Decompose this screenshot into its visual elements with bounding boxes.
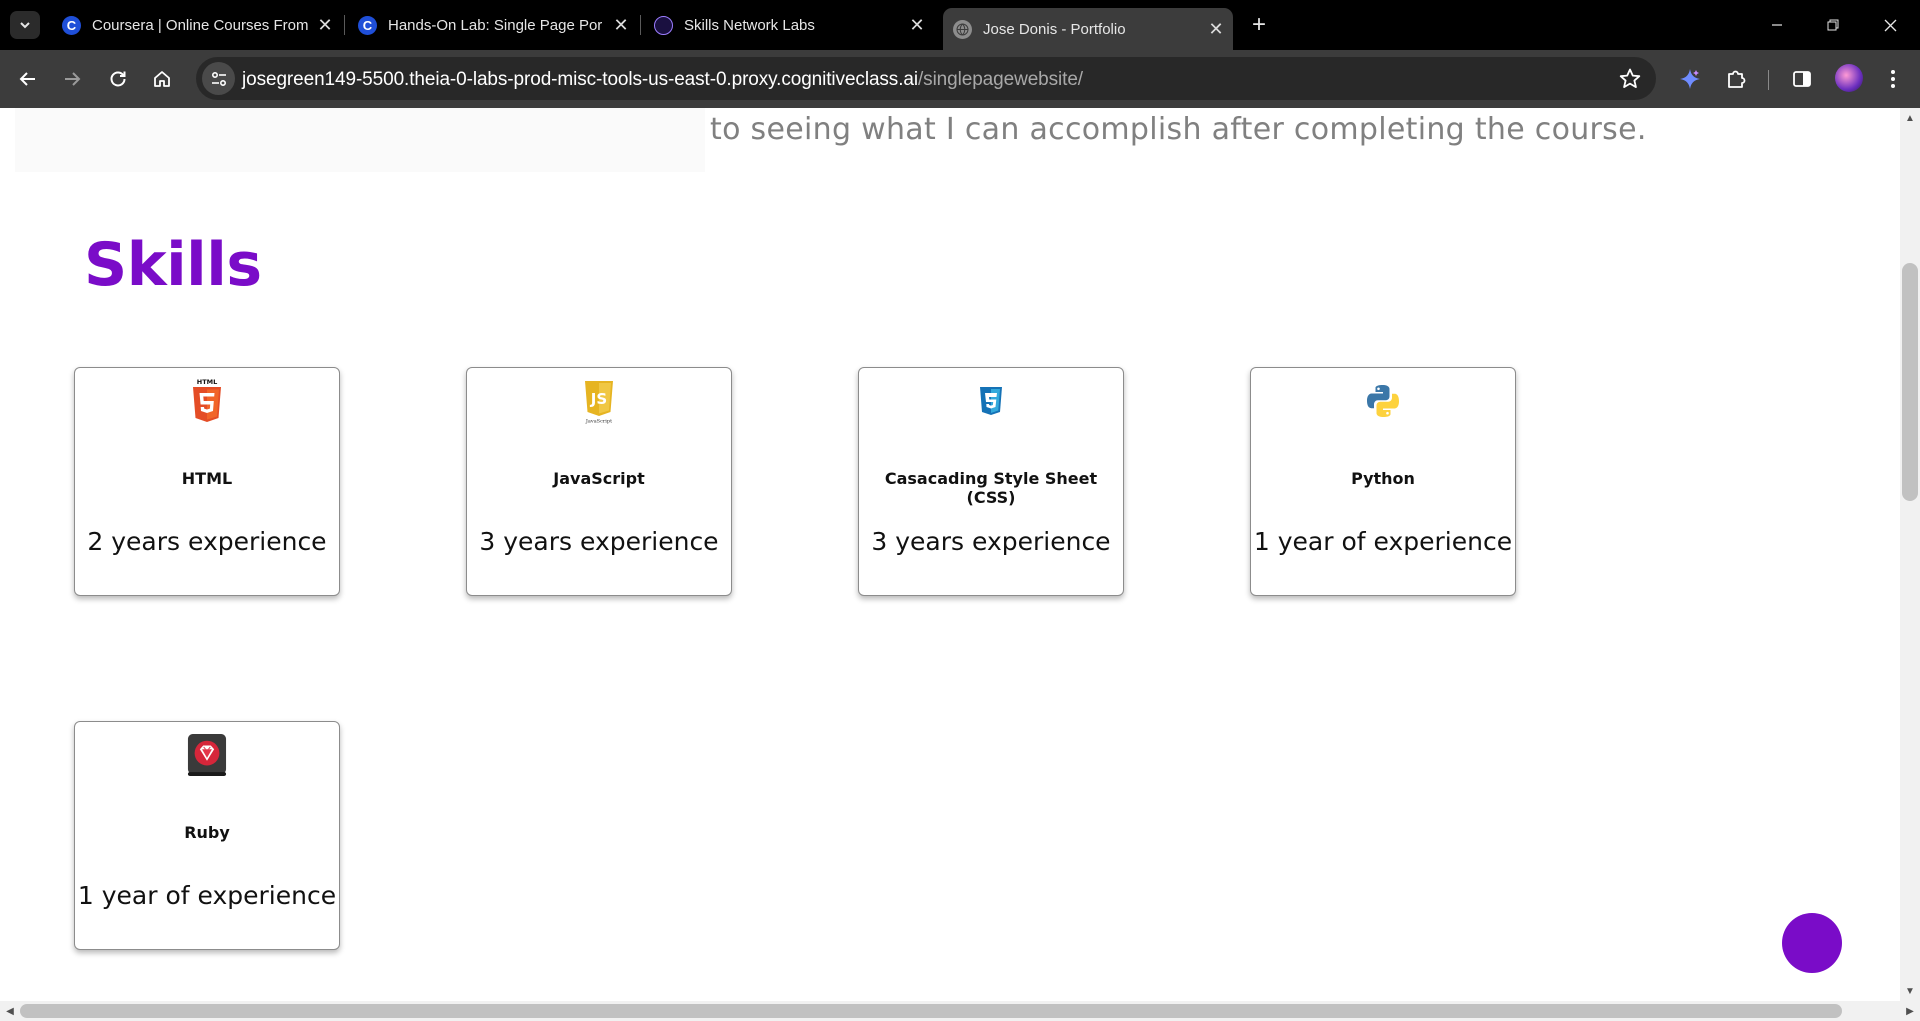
tab-title: Hands-On Lab: Single Page Por bbox=[388, 16, 603, 34]
sparkle-icon bbox=[1680, 69, 1700, 89]
side-panel-icon bbox=[1793, 71, 1811, 87]
coursera-favicon-icon: C bbox=[358, 15, 377, 35]
skill-card-ruby: Ruby 1 year of experience bbox=[74, 721, 340, 950]
tab-hands-on-lab[interactable]: C Hands-On Lab: Single Page Por ✕ bbox=[348, 8, 638, 42]
reload-icon bbox=[110, 71, 126, 87]
javascript-logo-icon: JS JavaScript bbox=[579, 378, 619, 424]
close-window-button[interactable] bbox=[1875, 10, 1905, 40]
skills-network-favicon-icon bbox=[654, 15, 673, 35]
tab-portfolio-active[interactable]: Jose Donis - Portfolio ✕ bbox=[943, 8, 1233, 50]
tab-title: Coursera | Online Courses From bbox=[92, 16, 309, 34]
tune-icon bbox=[211, 71, 226, 86]
close-tab-icon[interactable]: ✕ bbox=[906, 14, 928, 36]
forward-button[interactable] bbox=[56, 63, 88, 95]
about-paragraph: to seeing what I can accomplish after co… bbox=[710, 112, 1647, 147]
url-path: /singlepagewebsite/ bbox=[917, 69, 1083, 90]
skill-name: Ruby bbox=[184, 823, 230, 842]
arrow-right-icon bbox=[65, 72, 81, 86]
close-tab-icon[interactable]: ✕ bbox=[314, 14, 336, 36]
chrome-menu-button[interactable] bbox=[1877, 63, 1909, 95]
svg-text:JavaScript: JavaScript bbox=[585, 419, 612, 425]
skill-name: HTML bbox=[181, 469, 233, 488]
profile-avatar[interactable] bbox=[1835, 64, 1863, 92]
tab-coursera[interactable]: C Coursera | Online Courses From ✕ bbox=[52, 8, 342, 42]
reload-button[interactable] bbox=[102, 63, 134, 95]
skill-card-css: Casacading Style Sheet (CSS) 3 years exp… bbox=[858, 367, 1124, 596]
skill-experience: 1 year of experience bbox=[77, 881, 337, 910]
close-tab-icon[interactable]: ✕ bbox=[610, 14, 632, 36]
python-logo-icon bbox=[1363, 378, 1403, 424]
plus-icon: + bbox=[1251, 11, 1266, 38]
gemini-button[interactable] bbox=[1674, 63, 1706, 95]
skill-card-python: Python 1 year of experience bbox=[1250, 367, 1516, 596]
back-button[interactable] bbox=[12, 63, 44, 95]
scroll-left-arrow-icon[interactable]: ◀ bbox=[0, 1001, 20, 1021]
tab-search-button[interactable] bbox=[10, 11, 40, 39]
skill-name: JavaScript bbox=[553, 469, 645, 488]
url-host: josegreen149-5500.theia-0-labs-prod-misc… bbox=[242, 69, 918, 90]
restore-window-button[interactable] bbox=[1818, 10, 1848, 40]
vertical-scroll-thumb[interactable] bbox=[1902, 263, 1918, 501]
skill-experience: 3 years experience bbox=[479, 527, 719, 556]
chevron-down-icon bbox=[20, 22, 30, 29]
url-text: josegreen149-5500.theia-0-labs-prod-misc… bbox=[242, 69, 1083, 91]
floating-action-button[interactable] bbox=[1782, 913, 1842, 973]
about-image-bottom bbox=[15, 108, 705, 172]
skill-name: Casacading Style Sheet (CSS) bbox=[884, 469, 1098, 507]
skill-experience: 3 years experience bbox=[871, 527, 1111, 556]
horizontal-scroll-thumb[interactable] bbox=[20, 1004, 1842, 1018]
home-button[interactable] bbox=[146, 63, 178, 95]
minimize-icon bbox=[1772, 24, 1782, 26]
site-info-button[interactable] bbox=[202, 62, 235, 95]
vertical-scrollbar[interactable]: ▲ ▼ bbox=[1900, 108, 1920, 1001]
scroll-down-arrow-icon[interactable]: ▼ bbox=[1900, 981, 1920, 1001]
skill-experience: 1 year of experience bbox=[1253, 527, 1513, 556]
close-icon bbox=[1884, 19, 1896, 31]
scroll-up-arrow-icon[interactable]: ▲ bbox=[1900, 108, 1920, 128]
svg-text:HTML: HTML bbox=[197, 378, 217, 386]
skill-card-html: HTML HTML 2 years experience bbox=[74, 367, 340, 596]
browser-toolbar: josegreen149-5500.theia-0-labs-prod-misc… bbox=[0, 50, 1920, 108]
restore-icon bbox=[1827, 19, 1839, 31]
page-viewport: to seeing what I can accomplish after co… bbox=[0, 108, 1900, 1001]
home-icon bbox=[154, 71, 170, 87]
minimize-window-button[interactable] bbox=[1762, 10, 1792, 40]
browser-tab-strip: C Coursera | Online Courses From ✕ C Han… bbox=[0, 0, 1920, 50]
skill-card-javascript: JS JavaScript JavaScript 3 years experie… bbox=[466, 367, 732, 596]
extensions-button[interactable] bbox=[1720, 63, 1752, 95]
new-tab-button[interactable]: + bbox=[1246, 11, 1272, 38]
css3-logo-icon bbox=[971, 378, 1011, 424]
side-panel-button[interactable] bbox=[1786, 63, 1818, 95]
skill-experience: 2 years experience bbox=[87, 527, 327, 556]
skills-heading: Skills bbox=[84, 230, 262, 300]
svg-text:JS: JS bbox=[590, 390, 607, 408]
toolbar-divider bbox=[1768, 70, 1769, 90]
more-vertical-icon bbox=[1891, 70, 1895, 88]
ruby-logo-icon bbox=[187, 732, 227, 778]
html5-logo-icon: HTML bbox=[187, 378, 227, 424]
tab-title: Skills Network Labs bbox=[684, 16, 815, 34]
tab-divider bbox=[640, 15, 641, 35]
globe-favicon-icon bbox=[953, 19, 972, 39]
skill-name: Python bbox=[1351, 469, 1415, 488]
arrow-left-icon bbox=[19, 72, 35, 86]
bookmark-star-icon[interactable] bbox=[1618, 67, 1642, 91]
address-bar[interactable]: josegreen149-5500.theia-0-labs-prod-misc… bbox=[196, 57, 1656, 100]
horizontal-scrollbar[interactable]: ◀ ▶ bbox=[0, 1001, 1920, 1021]
scroll-right-arrow-icon[interactable]: ▶ bbox=[1900, 1001, 1920, 1021]
tab-divider bbox=[344, 15, 345, 35]
coursera-favicon-icon: C bbox=[62, 15, 81, 35]
puzzle-icon bbox=[1728, 70, 1746, 88]
tab-skills-network-labs[interactable]: Skills Network Labs ✕ bbox=[644, 8, 934, 42]
close-tab-icon[interactable]: ✕ bbox=[1205, 18, 1227, 40]
tab-title: Jose Donis - Portfolio bbox=[983, 20, 1126, 38]
